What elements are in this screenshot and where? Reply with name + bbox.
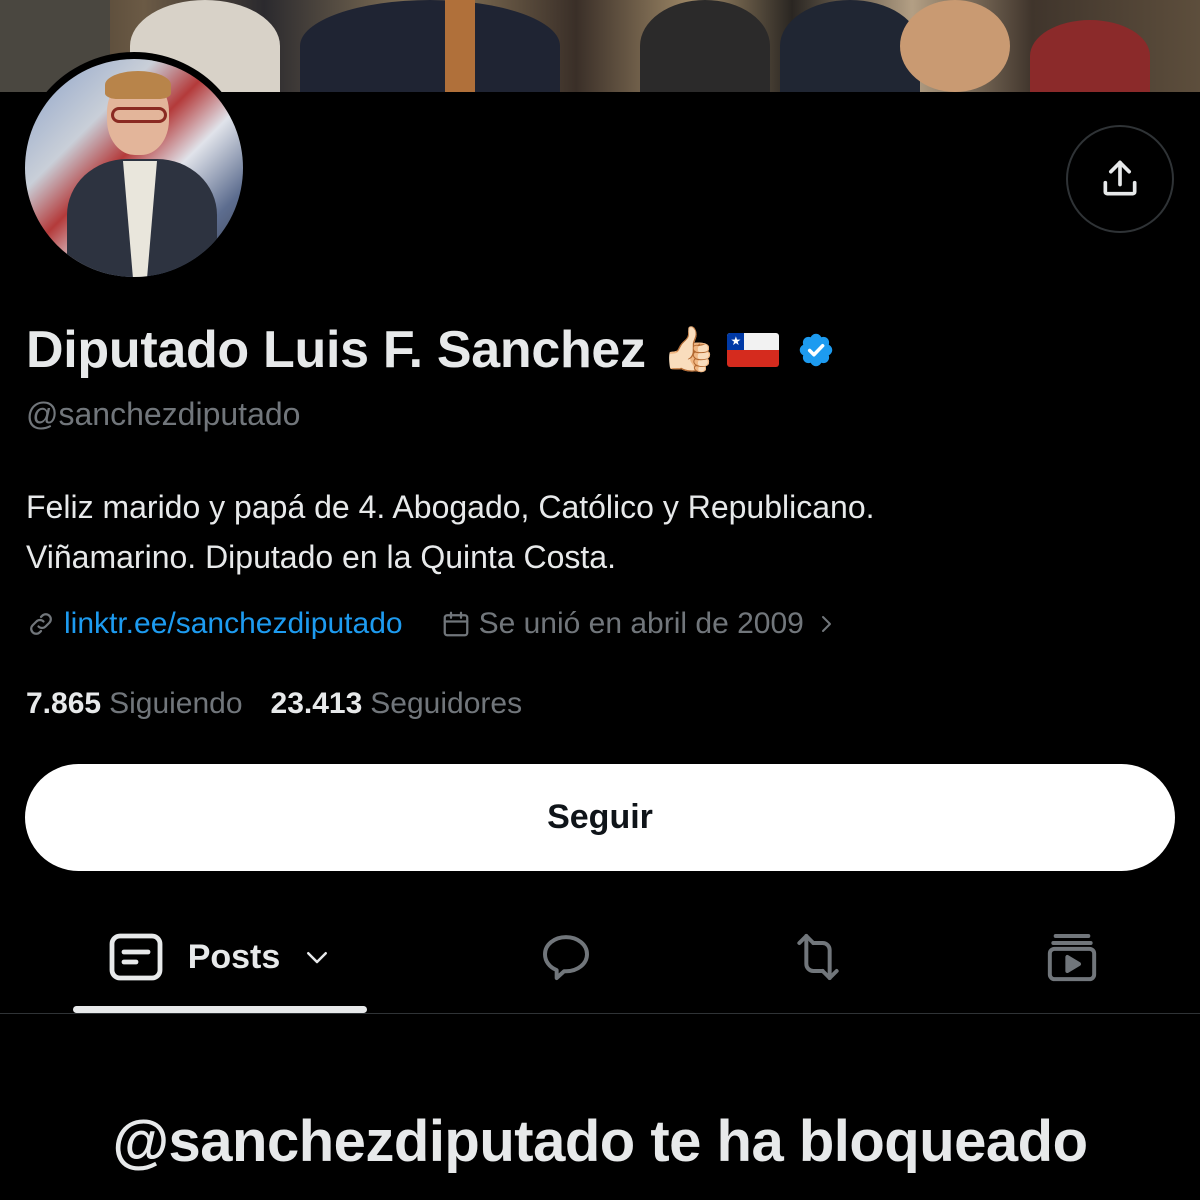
banner-figure	[900, 0, 1010, 92]
followers-stat[interactable]: 23.413 Seguidores	[271, 687, 523, 721]
banner-figure	[445, 0, 475, 92]
avatar-photo	[25, 59, 243, 277]
tab-reposts[interactable]	[772, 900, 864, 1014]
chevron-right-icon	[814, 612, 838, 636]
profile-display-name: Diputado Luis F. Sanchez	[26, 321, 646, 379]
avatar-glasses	[111, 107, 167, 123]
bio-line: Viñamarino. Diputado en la Quinta Costa.	[26, 539, 616, 575]
followers-count: 23.413	[270, 687, 363, 720]
bio-line: Feliz marido y papá de 4. Abogado, Catól…	[26, 489, 875, 525]
avatar[interactable]	[18, 52, 250, 284]
follow-button[interactable]: Seguir	[25, 764, 1175, 871]
profile-meta: linktr.ee/sanchezdiputado Se unió en abr…	[26, 602, 846, 646]
profile-bio: Feliz marido y papá de 4. Abogado, Catól…	[26, 482, 1176, 582]
chevron-down-icon[interactable]	[302, 942, 332, 972]
profile-handle: @sanchezdiputado	[26, 396, 301, 432]
joined-text: Se unió en abril de 2009	[478, 607, 804, 640]
tab-posts-label: Posts	[187, 937, 281, 976]
media-icon	[1047, 934, 1097, 982]
profile-link[interactable]: linktr.ee/sanchezdiputado	[26, 607, 403, 641]
profile-stats: 7.865 Siguiendo 23.413 Seguidores	[26, 682, 522, 726]
calendar-icon	[441, 609, 471, 639]
tab-posts[interactable]: Posts	[74, 900, 366, 1014]
profile-link-text: linktr.ee/sanchezdiputado	[64, 607, 403, 640]
reply-icon	[543, 935, 589, 980]
thumbs-up-emoji: 👍🏻	[661, 324, 717, 375]
profile-name-row: Diputado Luis F. Sanchez 👍🏻 ★	[26, 318, 835, 382]
tab-media[interactable]	[1026, 900, 1118, 1014]
banner-figure	[1030, 20, 1150, 92]
banner-figure	[300, 0, 560, 92]
following-count: 7.865	[26, 687, 102, 720]
banner-figure	[780, 0, 920, 92]
blocked-notice: @sanchezdiputado te ha bloqueado	[112, 1109, 1088, 1174]
share-icon	[1103, 160, 1137, 196]
active-tab-indicator	[73, 1006, 367, 1013]
tab-replies[interactable]	[520, 900, 612, 1014]
joined-date[interactable]: Se unió en abril de 2009	[441, 607, 846, 641]
link-icon	[26, 609, 56, 639]
posts-icon	[109, 933, 163, 981]
verified-badge-icon[interactable]	[797, 331, 835, 369]
following-stat[interactable]: 7.865 Siguiendo	[26, 687, 243, 721]
avatar-hair	[105, 71, 171, 99]
share-button[interactable]	[1066, 125, 1174, 233]
chile-flag-icon: ★	[726, 333, 779, 367]
followers-label: Seguidores	[370, 687, 523, 720]
following-label: Siguiendo	[109, 687, 243, 720]
banner-figure	[640, 0, 770, 92]
repost-icon	[797, 934, 839, 980]
profile-tabs: Posts	[0, 900, 1200, 1014]
